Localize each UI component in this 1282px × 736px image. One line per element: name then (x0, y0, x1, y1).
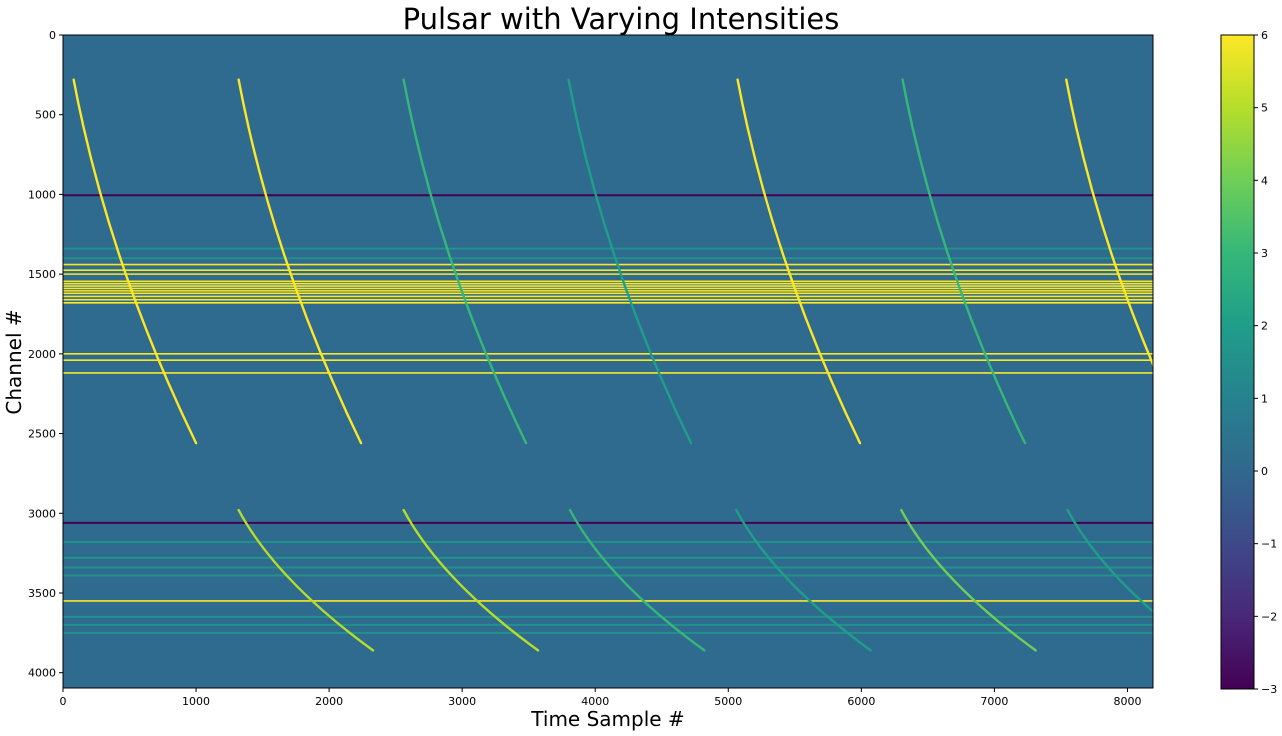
colorbar-tick-label: 1 (1261, 392, 1268, 405)
heatmap-background (63, 35, 1153, 688)
y-tick-label: 0 (49, 29, 56, 42)
colorbar-ticks: −3 −2 −1 0 1 2 3 4 5 6 (1254, 29, 1277, 696)
colorbar-tick-label: 6 (1261, 29, 1268, 42)
y-tick-label: 3000 (28, 507, 56, 520)
y-tick-label: 3500 (28, 587, 56, 600)
x-tick-label: 5000 (714, 695, 742, 708)
x-tick-label: 8000 (1113, 695, 1141, 708)
figure: Pulsar with Varying Intensities 0 1000 200… (2, 2, 1277, 731)
x-axis: 0 1000 2000 3000 4000 5000 6000 7000 8000 (60, 688, 1141, 708)
colorbar-ramp (1221, 35, 1254, 689)
y-axis: 0 500 1000 1500 2000 2500 3000 3500 4000 (28, 29, 63, 680)
colorbar-tick-label: −3 (1261, 683, 1277, 696)
x-tick-label: 2000 (315, 695, 343, 708)
x-tick-label: 7000 (980, 695, 1008, 708)
y-tick-label: 2000 (28, 348, 56, 361)
y-tick-label: 1000 (28, 188, 56, 201)
colorbar-tick-label: 5 (1261, 102, 1268, 115)
y-tick-label: 2500 (28, 428, 56, 441)
colorbar-tick-label: 3 (1261, 247, 1268, 260)
y-tick-label: 1500 (28, 268, 56, 281)
x-axis-label: Time Sample # (530, 707, 684, 731)
colorbar: −3 −2 −1 0 1 2 3 4 5 6 (1220, 29, 1277, 696)
x-tick-label: 1000 (182, 695, 210, 708)
plot-area (62, 34, 1154, 689)
y-tick-label: 4000 (28, 667, 56, 680)
colorbar-tick-label: 0 (1261, 465, 1268, 478)
y-axis-label: Channel # (2, 309, 26, 414)
x-tick-label: 0 (60, 695, 67, 708)
colorbar-tick-label: 2 (1261, 320, 1268, 333)
x-tick-label: 3000 (448, 695, 476, 708)
colorbar-tick-label: 4 (1261, 174, 1268, 187)
colorbar-tick-label: −2 (1261, 610, 1277, 623)
colorbar-tick-label: −1 (1261, 538, 1277, 551)
y-tick-label: 500 (35, 109, 56, 122)
chart-title: Pulsar with Varying Intensities (403, 2, 840, 36)
x-tick-label: 6000 (847, 695, 875, 708)
